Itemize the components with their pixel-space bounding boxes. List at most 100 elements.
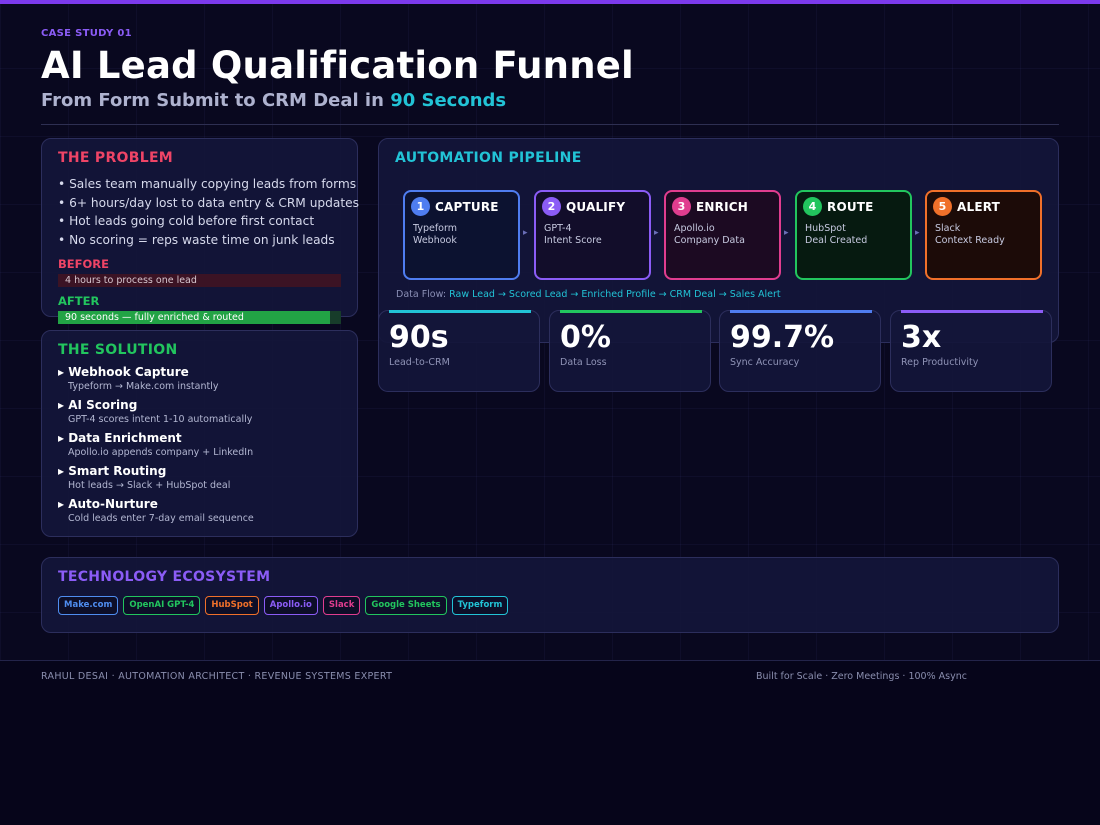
page-title: AI Lead Qualification Funnel [41,44,634,87]
tech-chip-google-sheets: Google Sheets [365,596,447,615]
stat-value: 3x [901,320,942,355]
tech-chips: Make.com OpenAI GPT-4 HubSpot Apollo.io … [58,596,1042,615]
stage-line: Apollo.io [674,223,715,234]
solution-item: ▸ AI Scoring GPT-4 scores intent 1-10 au… [58,397,341,426]
after-bar-fill: 90 seconds — fully enriched & routed [58,310,330,324]
stat-label: Rep Productivity [901,357,979,368]
stage-name: ROUTE [827,199,874,214]
before-label: BEFORE [58,256,109,271]
problem-heading: THE PROBLEM [58,150,174,166]
solution-heading: THE SOLUTION [58,342,178,358]
arrow-icon: ▸ [915,228,920,238]
problem-bullet: • Sales team manually copying leads from… [58,177,357,191]
stat-label: Sync Accuracy [730,357,800,368]
stage-number: 3 [672,197,691,216]
tech-heading: TECHNOLOGY ECOSYSTEM [58,569,271,585]
stage-name: QUALIFY [566,199,626,214]
solution-item-title: ▸ Smart Routing [58,464,167,478]
pipeline-stages: 1 CAPTURE Typeform Webhook ▸ 2 QUALIFY GPT-… [403,190,1043,280]
stat-label: Lead-to-CRM [389,357,450,368]
footer-credits: RAHUL DESAI · AUTOMATION ARCHITECT · REV… [41,671,393,682]
stage-line: Deal Created [805,235,868,246]
data-flow: Data Flow: Raw Lead → Scored Lead → Enri… [396,289,781,300]
stage-name: CAPTURE [435,199,499,214]
tech-ecosystem-card: TECHNOLOGY ECOSYSTEM Make.com OpenAI GPT… [41,557,1059,633]
tech-chip-slack: Slack [322,596,361,615]
arrow-icon: ▸ [784,228,789,238]
stage-number: 2 [542,197,561,216]
stage-number: 4 [803,197,822,216]
solution-item: ▸ Data Enrichment Apollo.io appends comp… [58,430,341,459]
problem-bullet: • No scoring = reps waste time on junk l… [58,233,335,248]
stage-line: Intent Score [544,235,602,246]
tech-chip-hubspot: HubSpot [205,596,259,615]
solution-item-desc: Typeform → Make.com instantly [68,381,219,392]
subtitle-text: From Form Submit to CRM Deal in [41,90,384,111]
problem-card: THE PROBLEM • Sales team manually copyin… [41,138,359,324]
stage-line: Company Data [674,235,745,246]
stage-line: Slack [935,223,961,234]
stat-accent-bar [730,310,872,313]
stage-qualify: 2 QUALIFY GPT-4 Intent Score [534,190,651,280]
solution-item-desc: Hot leads → Slack + HubSpot deal [68,480,231,491]
after-label: AFTER [58,293,100,308]
stage-number: 1 [411,197,430,216]
stat-label: Data Loss [560,357,607,368]
stage-line: Typeform [413,223,457,234]
solution-item-desc: Apollo.io appends company + LinkedIn [68,447,254,458]
stage-alert: 5 ALERT Slack Context Ready [925,190,1042,280]
tech-chip-apollo: Apollo.io [263,596,318,615]
solution-item-desc: GPT-4 scores intent 1-10 automatically [68,414,253,425]
solution-item-desc: Cold leads enter 7-day email sequence [68,513,254,524]
stat-card: 90s Lead-to-CRM [378,310,540,392]
after-bar: 90 seconds — fully enriched & routed [58,310,341,324]
footer-divider [0,660,1100,661]
problem-bullet: • 6+ hours/day lost to data entry & CRM … [58,195,359,210]
top-accent-bar [0,0,1100,4]
footer [0,661,1100,825]
stage-line: GPT-4 [544,223,572,234]
solution-item: ▸ Webhook Capture Typeform → Make.com in… [58,364,341,393]
solution-item: ▸ Smart Routing Hot leads → Slack + HubS… [58,463,341,492]
stat-value: 99.7% [730,320,835,355]
stage-name: ALERT [957,199,1001,214]
solution-item-title: ▸ Auto-Nurture [58,497,158,511]
data-flow-text: Raw Lead → Scored Lead → Enriched Profil… [449,289,781,300]
stage-name: ENRICH [696,199,748,214]
before-bar: 4 hours to process one lead [58,273,341,287]
stat-card: 3x Rep Productivity [890,310,1052,392]
problem-bullets: • Sales team manually copying leads from… [58,175,359,250]
stat-value: 0% [560,320,611,355]
solution-item-title: ▸ AI Scoring [58,398,138,412]
stat-value: 90s [389,320,449,355]
header-divider [41,124,1059,125]
stage-enrich: 3 ENRICH Apollo.io Company Data [664,190,781,280]
stage-line: HubSpot [805,223,846,234]
stat-accent-bar [560,310,702,313]
stage-capture: 1 CAPTURE Typeform Webhook [403,190,520,280]
tech-chip-typeform: Typeform [451,596,509,615]
tech-chip-make: Make.com [58,596,119,615]
stat-accent-bar [901,310,1043,313]
stat-accent-bar [389,310,531,313]
solution-item-title: ▸ Webhook Capture [58,365,189,379]
stat-card: 99.7% Sync Accuracy [719,310,881,392]
footer-tagline: Built for Scale · Zero Meetings · 100% A… [756,671,967,682]
stage-number: 5 [933,197,952,216]
arrow-icon: ▸ [523,228,528,238]
solution-list: ▸ Webhook Capture Typeform → Make.com in… [58,364,341,525]
subtitle-accent: 90 Seconds [390,90,507,111]
tech-chip-openai: OpenAI GPT-4 [123,596,201,615]
stage-line: Context Ready [935,235,1005,246]
problem-bullet: • Hot leads going cold before first cont… [58,214,315,229]
stage-line: Webhook [413,235,457,246]
stage-route: 4 ROUTE HubSpot Deal Created [795,190,912,280]
data-flow-label: Data Flow: [396,289,447,300]
page-subtitle: From Form Submit to CRM Deal in 90 Secon… [41,90,506,111]
solution-item-title: ▸ Data Enrichment [58,431,182,445]
solution-item: ▸ Auto-Nurture Cold leads enter 7-day em… [58,496,341,525]
stat-card: 0% Data Loss [549,310,711,392]
pipeline-heading: AUTOMATION PIPELINE [395,150,582,166]
arrow-icon: ▸ [654,228,659,238]
case-study-page: CASE STUDY 01 AI Lead Qualification Funn… [0,0,1100,825]
